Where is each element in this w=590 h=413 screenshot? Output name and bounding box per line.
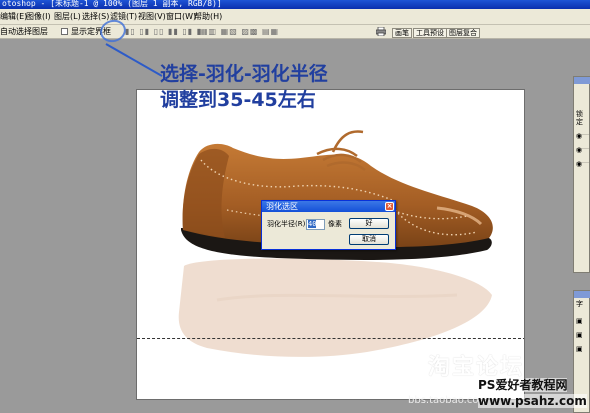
dialog-titlebar[interactable]: 羽化选区 — [262, 201, 395, 212]
window-title: otoshop - [未标题-1 @ 100% (图层 1 副本, RGB/8)… — [2, 0, 222, 8]
feather-radius-input[interactable]: 40 — [306, 219, 325, 230]
tool-icon[interactable]: ▣ — [576, 331, 583, 339]
distribute-icons[interactable]: ▤▥ ▦▧ ▨▩ ▤▦ — [200, 27, 279, 37]
close-icon[interactable]: × — [385, 202, 394, 211]
tool-icon[interactable]: ▣ — [576, 317, 583, 325]
menu-help[interactable]: 帮助(H) — [194, 12, 222, 22]
psahz-url-watermark: www.psahz.com — [478, 394, 587, 408]
menu-edit[interactable]: 编辑(E) — [0, 12, 27, 22]
unit-label: 像素 — [328, 220, 342, 228]
feather-dialog: 羽化选区 × 羽化半径(R): 40 像素 好 取消 — [261, 200, 396, 250]
tab-brushes[interactable]: 画笔 — [392, 28, 412, 38]
psahz-name-watermark: PS爱好者教程网 — [478, 378, 568, 392]
tool-icon[interactable]: ▣ — [576, 345, 583, 353]
align-icons[interactable]: ▮▯ ▯▮ ▯▯ ▮▮ ▯▮ ▮▯ — [125, 27, 208, 37]
ok-button[interactable]: 好 — [349, 218, 389, 229]
auto-select-label[interactable]: 自动选择图层 — [0, 27, 48, 37]
menu-select[interactable]: 选择(S) — [82, 12, 109, 22]
menu-layer[interactable]: 图层(L) — [54, 12, 81, 22]
print-icon[interactable] — [376, 27, 386, 36]
layer-row[interactable]: ◉ — [576, 123, 589, 140]
feather-radius-label: 羽化半径(R): — [267, 220, 308, 228]
menu-bar: 编辑(E) 图像(I) 图层(L) 选择(S) 滤镜(T) 视图(V) 窗口(W… — [0, 9, 590, 25]
layer-row[interactable]: ◉ — [576, 137, 589, 154]
cancel-button[interactable]: 取消 — [349, 234, 389, 245]
bbs-watermark: bbs.taobao.com — [408, 395, 489, 406]
options-bar: 自动选择图层 显示定界框 ▮▯ ▯▮ ▯▯ ▮▮ ▯▮ ▮▯ ▤▥ ▦▧ ▨▩ … — [0, 25, 590, 39]
annotation-radius-text: 调整到35-45左右 — [160, 89, 316, 111]
show-bounds-checkbox[interactable] — [61, 28, 68, 35]
menu-window[interactable]: 窗口(W) — [166, 12, 196, 22]
panel-header[interactable] — [574, 291, 590, 298]
panel-header[interactable] — [574, 77, 590, 84]
tab-layer-comps[interactable]: 图层复合 — [446, 28, 480, 38]
feather-radius-value: 40 — [308, 220, 317, 228]
menu-image[interactable]: 图像(I) — [26, 12, 51, 22]
annotation-step-text: 选择-羽化-羽化半径 — [160, 63, 328, 85]
layers-panel[interactable]: 锁定 ◉ ◉ ◉ — [573, 76, 590, 273]
panel-b-label: 字 — [576, 300, 583, 308]
dialog-title: 羽化选区 — [266, 202, 298, 211]
title-bar: otoshop - [未标题-1 @ 100% (图层 1 副本, RGB/8)… — [0, 0, 590, 9]
menu-view[interactable]: 视图(V) — [138, 12, 166, 22]
eye-icon[interactable]: ◉ — [576, 160, 582, 168]
layer-row[interactable]: ◉ — [576, 151, 589, 168]
tab-tool-presets[interactable]: 工具预设 — [413, 28, 447, 38]
